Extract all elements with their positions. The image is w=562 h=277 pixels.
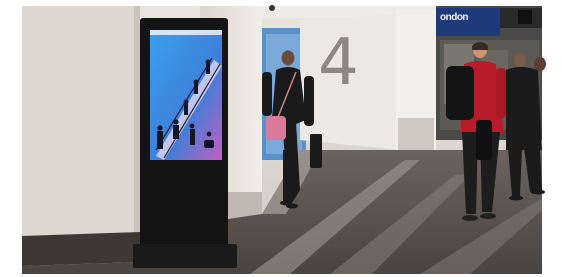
shop-sign-text: ondon: [440, 12, 469, 23]
backpack: [446, 66, 474, 120]
station-concourse-photo: 4 ondon: [0, 0, 562, 277]
digital-signage-kiosk: [133, 18, 237, 268]
photo-svg: [0, 0, 562, 277]
photo-frame: [22, 5, 546, 274]
platform-number: 4: [318, 26, 359, 100]
pink-handbag: [266, 116, 286, 140]
